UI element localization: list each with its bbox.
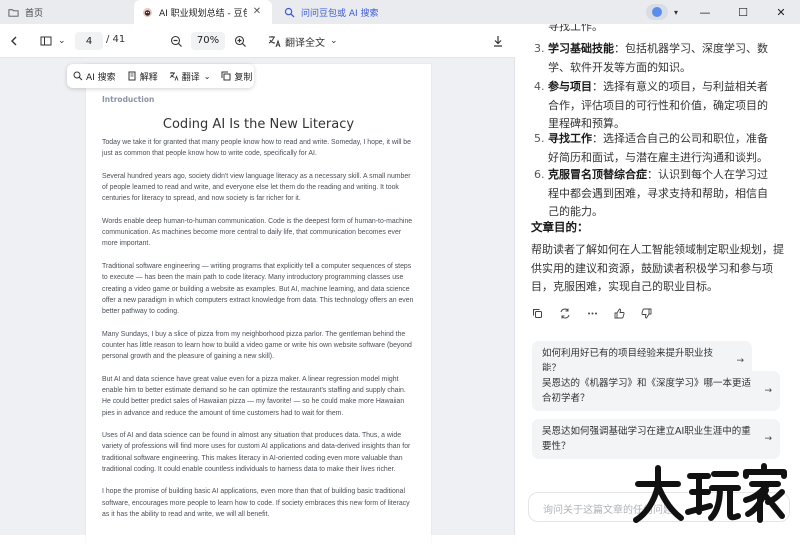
paragraph: Many Sundays, I buy a slice of pizza fro… bbox=[102, 330, 412, 361]
message-actions bbox=[532, 304, 668, 322]
list-number: 5. bbox=[534, 132, 545, 145]
minimize-button[interactable]: — bbox=[686, 0, 724, 24]
search-icon bbox=[284, 7, 295, 18]
arrow-right-icon: → bbox=[764, 386, 772, 396]
copy-button[interactable]: 复制 bbox=[221, 70, 252, 83]
suggestion-text: 吴恩达如何强调基础学习在建立AI职业生涯中的重要性？ bbox=[542, 426, 751, 452]
regenerate-icon[interactable] bbox=[559, 308, 571, 319]
tab-doubao-summary[interactable]: AI 职业规划总结 - 豆包 ✕ bbox=[134, 0, 272, 24]
paragraph: Several hundred years ago, society didn'… bbox=[102, 172, 411, 203]
page-title: Coding AI Is the New Literacy bbox=[162, 117, 355, 132]
translate-full-button[interactable]: 翻译全文 ⌄ bbox=[268, 32, 338, 50]
ai-search-label: AI 搜索 bbox=[86, 72, 116, 83]
paragraph: Traditional software engineering — writi… bbox=[102, 262, 414, 316]
tab-ai-search-label: 问问豆包或 AI 搜索 bbox=[301, 8, 379, 19]
chevron-down-icon[interactable]: ▾ bbox=[674, 8, 678, 17]
paragraph: Uses of AI and data science can be found… bbox=[102, 432, 411, 473]
back-button[interactable] bbox=[8, 32, 20, 50]
sidebar-toggle-button[interactable]: ⌄ bbox=[40, 32, 66, 50]
pdf-toolbar: ⌄ / 41 70% 翻译全文 ⌄ bbox=[0, 24, 515, 58]
download-icon bbox=[494, 36, 502, 47]
copy-label: 复制 bbox=[234, 72, 253, 83]
section-heading: Introduction bbox=[102, 95, 155, 104]
thumbs-down-icon[interactable] bbox=[641, 308, 652, 319]
page-body: Today we take it for granted that many p… bbox=[102, 137, 416, 532]
list-number: 4. bbox=[534, 80, 545, 93]
translate-full-label: 翻译全文 bbox=[285, 37, 325, 49]
book-icon bbox=[128, 71, 136, 81]
tab-home[interactable]: 首页 bbox=[0, 0, 134, 24]
sidebar-icon bbox=[40, 36, 52, 46]
list-item-heading: 参与项目 bbox=[548, 80, 592, 93]
list-item-heading: 克服冒名顶替综合症 bbox=[548, 168, 647, 181]
suggestion-button[interactable]: 吴恩达如何强调基础学习在建立AI职业生涯中的重要性？ → bbox=[532, 419, 780, 459]
translate-button[interactable]: 翻译 ⌄ bbox=[169, 70, 211, 83]
paragraph: I hope the promise of building basic AI … bbox=[102, 488, 410, 519]
paragraph: Words enable deep human-to-human communi… bbox=[102, 217, 413, 248]
zoom-level[interactable]: 70% bbox=[191, 32, 225, 50]
user-avatar-icon bbox=[651, 7, 662, 17]
more-icon[interactable] bbox=[587, 308, 598, 319]
ai-search-icon bbox=[73, 71, 83, 81]
suggestion-text: 吴恩达的《机器学习》和《深度学习》哪一本更适合初学者？ bbox=[542, 378, 752, 404]
tab-bar: 首页 AI 职业规划总结 - 豆包 ✕ 问问豆包或 AI 搜索 ▾ — ☐ ✕ bbox=[0, 0, 800, 24]
zoom-in-button[interactable] bbox=[234, 32, 247, 50]
chevron-down-icon: ⌄ bbox=[203, 71, 211, 81]
tab-home-label: 首页 bbox=[25, 8, 44, 19]
arrow-right-icon: → bbox=[736, 356, 744, 366]
watermark-logo bbox=[633, 463, 787, 523]
chevron-down-icon: ⌄ bbox=[330, 36, 338, 46]
maximize-button[interactable]: ☐ bbox=[724, 0, 762, 24]
thumbs-up-icon[interactable] bbox=[614, 308, 625, 319]
zoom-out-icon bbox=[170, 35, 182, 47]
purpose-heading: 文章目的： bbox=[531, 220, 589, 234]
window-controls: ▾ — ☐ ✕ bbox=[645, 0, 800, 24]
suggestion-button[interactable]: 吴恩达的《机器学习》和《深度学习》哪一本更适合初学者？ → bbox=[532, 371, 780, 411]
zoom-out-button[interactable] bbox=[170, 32, 183, 50]
list-item-fragment: 寻找工作。 bbox=[548, 24, 603, 33]
selection-toolbar: AI 搜索 解释 翻译 ⌄ 复制 bbox=[67, 64, 254, 88]
translate-icon bbox=[268, 35, 281, 47]
download-button[interactable] bbox=[492, 32, 504, 50]
purpose-text: 帮助读者了解如何在人工智能领域制定职业规划，提供实用的建议和资源，鼓励读者积极学… bbox=[531, 243, 784, 293]
folder-icon bbox=[8, 8, 19, 17]
list-number: 3. bbox=[534, 42, 545, 55]
copy-icon[interactable] bbox=[532, 308, 543, 319]
zoom-in-icon bbox=[234, 35, 246, 47]
page-number-input[interactable] bbox=[75, 32, 103, 50]
pdf-page: Introduction Coding AI Is the New Litera… bbox=[86, 64, 431, 544]
paragraph: Today we take it for granted that many p… bbox=[102, 139, 411, 158]
tab-ai-search[interactable]: 问问豆包或 AI 搜索 bbox=[276, 0, 496, 24]
close-tab-icon[interactable]: ✕ bbox=[250, 5, 264, 19]
ai-search-button[interactable]: AI 搜索 bbox=[73, 70, 116, 83]
arrow-right-icon: → bbox=[764, 434, 772, 444]
close-window-button[interactable]: ✕ bbox=[762, 0, 800, 24]
explain-button[interactable]: 解释 bbox=[127, 70, 158, 83]
page-total: / 41 bbox=[106, 34, 126, 45]
list-item-heading: 学习基础技能 bbox=[548, 42, 614, 55]
doubao-logo-icon bbox=[142, 7, 153, 17]
chevron-left-icon bbox=[11, 36, 17, 46]
explain-label: 解释 bbox=[139, 72, 158, 83]
copy-icon bbox=[221, 71, 231, 81]
chevron-down-icon: ⌄ bbox=[58, 36, 66, 46]
translate-icon bbox=[169, 72, 179, 81]
paragraph: But AI and data science have great value… bbox=[102, 375, 406, 417]
list-item-heading: 寻找工作 bbox=[548, 132, 592, 145]
ai-chat-panel: 寻找工作。 3. 学习基础技能：包括机器学习、深度学习、数学、软件开发等方面的知… bbox=[516, 24, 800, 535]
tab-doubao-summary-label: AI 职业规划总结 - 豆包 bbox=[159, 8, 247, 19]
translate-label: 翻译 bbox=[181, 72, 200, 83]
list-number: 6. bbox=[534, 168, 545, 181]
pdf-viewer: ⌄ / 41 70% 翻译全文 ⌄ AI 搜索 解释 翻译 bbox=[0, 24, 515, 544]
avatar[interactable] bbox=[645, 4, 668, 20]
